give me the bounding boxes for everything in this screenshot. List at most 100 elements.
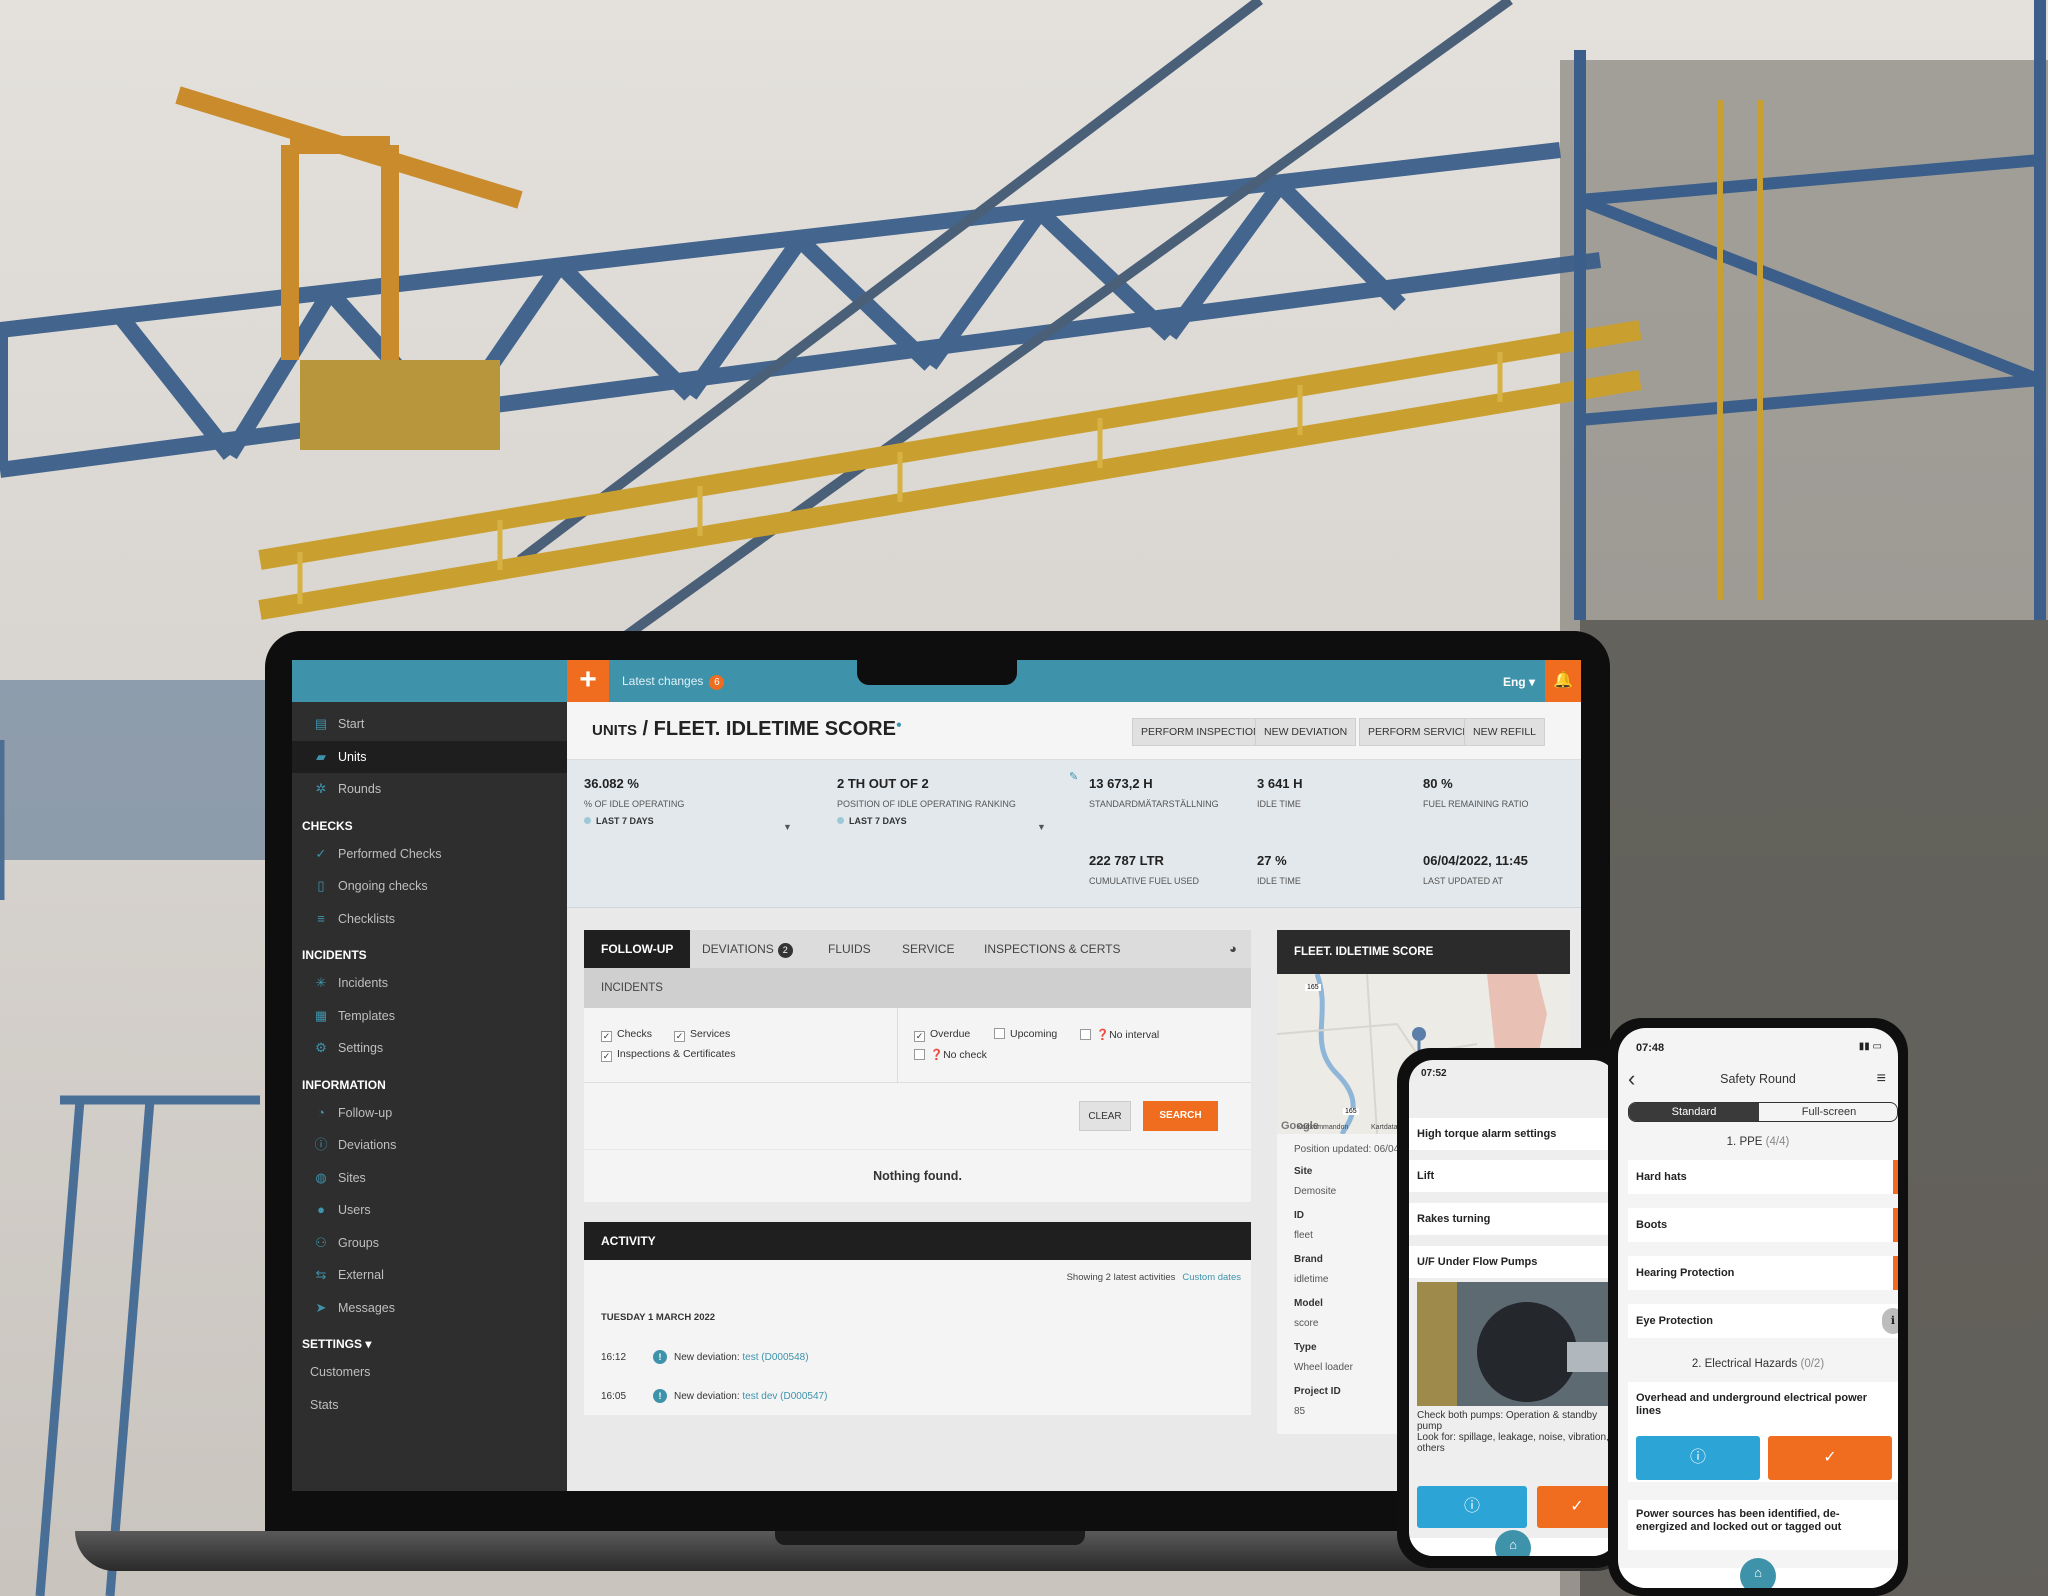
sidebar-item-ongoing-checks[interactable]: ▯ Ongoing checks — [292, 870, 567, 903]
detail-value: idletime — [1294, 1274, 1329, 1285]
ppe-item-hearing[interactable]: Hearing Protection — [1628, 1256, 1898, 1290]
chevron-down-icon[interactable]: ▼ — [783, 822, 792, 832]
checks-checkbox[interactable]: ✓ Checks — [601, 1028, 652, 1042]
tab-inspections-certs[interactable]: INSPECTIONS & CERTS — [984, 930, 1120, 968]
tab-follow-up[interactable]: FOLLOW-UP — [584, 930, 691, 968]
user-icon: ● — [317, 1202, 325, 1217]
filter-divider — [897, 1008, 898, 1083]
laptop-hinge — [775, 1531, 1085, 1545]
fullscreen-option[interactable]: Full-screen — [1759, 1103, 1897, 1121]
language-select[interactable]: Eng ▾ — [1503, 675, 1535, 689]
checklist-item[interactable]: High torque alarm settings — [1409, 1118, 1617, 1150]
new-deviation-button[interactable]: NEW DEVIATION — [1255, 718, 1357, 746]
status-dot-icon: ● — [895, 719, 902, 731]
ppe-item-boots[interactable]: Boots — [1628, 1208, 1898, 1242]
checklist-item[interactable]: Rakes turning — [1409, 1203, 1617, 1235]
pencil-icon[interactable]: ✎ — [1069, 770, 1078, 783]
phone-screen: 07:48 ▮▮ ▭ ‹ Safety Round ≡ Standard Ful… — [1618, 1028, 1898, 1588]
add-button[interactable]: + — [567, 660, 609, 702]
stat-value: 36.082 % — [584, 776, 639, 791]
sidebar-item-users[interactable]: ● Users — [292, 1194, 567, 1227]
sidebar-item-sites[interactable]: ◍ Sites — [292, 1162, 567, 1195]
checklist-item[interactable]: Lift — [1409, 1160, 1617, 1192]
tab-deviations[interactable]: DEVIATIONS 2 — [702, 930, 793, 968]
settings-title: SETTINGS — [302, 1337, 363, 1351]
home-icon[interactable]: ⌂ — [1740, 1558, 1776, 1588]
sidebar-item-units[interactable]: ▰ Units — [292, 740, 567, 773]
breadcrumb-separator: / — [637, 718, 654, 740]
ppe-item-hard-hats[interactable]: Hard hats — [1628, 1160, 1898, 1194]
perform-inspection-button[interactable]: PERFORM INSPECTION — [1132, 718, 1270, 746]
sidebar-item-groups[interactable]: ⚇ Groups — [292, 1227, 567, 1260]
upcoming-checkbox[interactable]: Upcoming — [994, 1028, 1057, 1040]
sidebar-item-external[interactable]: ⇆ External — [292, 1259, 567, 1292]
no-interval-checkbox[interactable]: ❓No interval — [1080, 1028, 1159, 1041]
sidebar-item-deviations[interactable]: ⓘ Deviations — [292, 1129, 567, 1162]
pump-photo — [1417, 1282, 1617, 1406]
section-title-settings[interactable]: SETTINGS ▾ — [292, 1324, 567, 1356]
stat-value: 06/04/2022, 11:45 — [1423, 853, 1528, 868]
stat-label: IDLE TIME — [1257, 799, 1301, 809]
tab-fluids[interactable]: FLUIDS — [828, 930, 871, 968]
screen-title: Safety Round — [1720, 1072, 1796, 1086]
activity-panel: Showing 2 latest activities Custom dates … — [584, 1260, 1251, 1415]
inspections-checkbox[interactable]: ✓ Inspections & Certificates — [601, 1048, 735, 1062]
ok-button[interactable]: ✓ — [1537, 1486, 1617, 1528]
stat-label: POSITION OF IDLE OPERATING RANKING — [837, 799, 1016, 809]
pie-chart-icon[interactable]: ◕ — [1229, 930, 1237, 968]
period-select[interactable]: LAST 7 DAYS — [837, 816, 1016, 826]
latest-changes-link[interactable]: Latest changes 6 — [622, 674, 725, 690]
sidebar-item-start[interactable]: ▤ Start — [292, 708, 567, 741]
checklist-item[interactable]: U/F Under Flow Pumps — [1409, 1246, 1617, 1278]
map-shortcuts[interactable]: Kortkommandon — [1297, 1124, 1348, 1131]
deviation-button[interactable]: ⓘ — [1636, 1436, 1760, 1480]
ok-button[interactable]: ✓ — [1768, 1436, 1892, 1480]
deviation-button[interactable]: ⓘ — [1417, 1486, 1527, 1528]
deviation-link[interactable]: test (D000548) — [742, 1352, 808, 1363]
home-icon[interactable]: ⌂ — [1495, 1530, 1531, 1556]
search-button[interactable]: SEARCH — [1143, 1101, 1218, 1131]
deviation-link[interactable]: test dev (D000547) — [742, 1391, 827, 1402]
period-select[interactable]: LAST 7 DAYS — [584, 816, 684, 826]
no-check-checkbox[interactable]: ❓No check — [914, 1048, 987, 1061]
services-checkbox[interactable]: ✓ Services — [674, 1028, 730, 1042]
stat-value: 80 % — [1423, 776, 1453, 791]
sidebar-item-follow-up[interactable]: ◔ Follow-up — [292, 1097, 567, 1130]
new-refill-button[interactable]: NEW REFILL — [1464, 718, 1546, 746]
item-label: Eye Protection — [1636, 1315, 1714, 1327]
map-data-link[interactable]: Kartdata — [1371, 1124, 1397, 1131]
sidebar-item-messages[interactable]: ➤ Messages — [292, 1292, 567, 1325]
chevron-down-icon[interactable]: ▼ — [1037, 822, 1046, 832]
sidebar-item-label: Performed Checks — [338, 846, 442, 861]
custom-dates-link[interactable]: Custom dates — [1182, 1272, 1241, 1283]
sidebar-item-performed-checks[interactable]: ✓ Performed Checks — [292, 838, 567, 871]
sidebar-item-templates[interactable]: ▦ Templates — [292, 1000, 567, 1033]
alert-icon: ⓘ — [314, 1137, 328, 1152]
tab-service[interactable]: SERVICE — [902, 930, 954, 968]
section-count: (4/4) — [1765, 1136, 1790, 1148]
info-icon[interactable]: ℹ — [1882, 1308, 1898, 1334]
sidebar-item-stats[interactable]: Stats — [292, 1389, 567, 1422]
tab-label: DEVIATIONS — [702, 942, 774, 956]
sidebar-item-rounds[interactable]: ✲ Rounds — [292, 773, 567, 806]
ppe-item-eye[interactable]: Eye Protection — [1628, 1304, 1898, 1338]
clear-button[interactable]: CLEAR — [1079, 1101, 1131, 1131]
stat-fuel-used: 222 787 LTR CUMULATIVE FUEL USED — [1089, 853, 1199, 886]
breadcrumb-units[interactable]: UNITS — [592, 722, 637, 739]
period-label: LAST 7 DAYS — [849, 816, 907, 826]
sidebar: ▤ Start ▰ Units ✲ Rounds CHECKS ✓ Performed … — [292, 702, 567, 1491]
sidebar-item-checklists[interactable]: ≡ Checklists — [292, 903, 567, 936]
bell-icon[interactable]: 🔔 — [1545, 660, 1581, 702]
section-title-checks: CHECKS — [302, 818, 353, 833]
overdue-checkbox[interactable]: ✓ Overdue — [914, 1028, 970, 1042]
deviation-icon: ! — [653, 1350, 667, 1364]
standard-option[interactable]: Standard — [1629, 1103, 1759, 1121]
detail-key: Model — [1294, 1298, 1323, 1309]
checkbox-empty-icon — [1080, 1029, 1091, 1040]
explosion-icon: ✳ — [315, 975, 327, 990]
perform-service-button[interactable]: PERFORM SERVICE — [1359, 718, 1479, 746]
menu-icon[interactable]: ≡ — [1877, 1070, 1886, 1088]
sidebar-item-customers[interactable]: Customers — [292, 1356, 567, 1389]
sidebar-item-incident-settings[interactable]: ⚙ Settings — [292, 1032, 567, 1065]
sidebar-item-incidents[interactable]: ✳ Incidents — [292, 967, 567, 1000]
